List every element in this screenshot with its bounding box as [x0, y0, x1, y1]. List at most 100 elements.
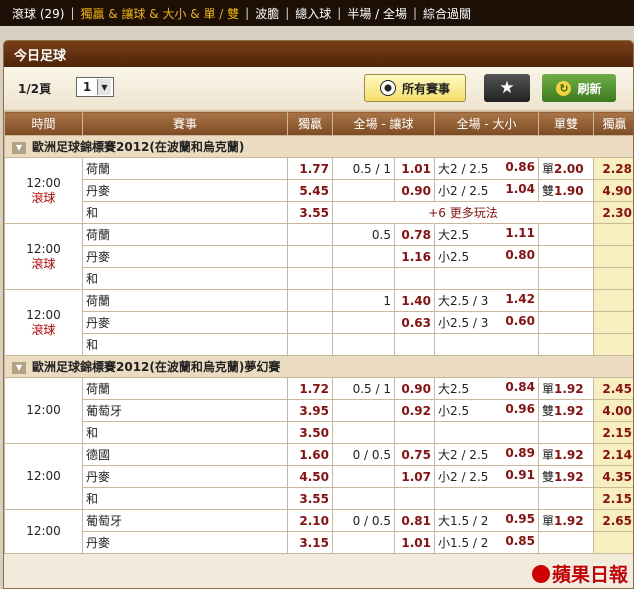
over-under-cell[interactable]: 1.04 小2 / 2.5 [434, 179, 539, 202]
league-row[interactable]: ▼ 歐洲足球錦標賽2012(在波蘭和烏克蘭)夢幻賽 [4, 355, 633, 378]
odd-even-cell[interactable]: 雙1.92 [538, 399, 594, 422]
over-under-odds[interactable]: 0.80 [505, 248, 535, 262]
handicap-odds[interactable]: 0.92 [394, 399, 435, 422]
nav-item[interactable]: 總入球 [289, 5, 337, 22]
collapse-icon[interactable]: ▼ [12, 361, 26, 374]
league-header[interactable]: ▼ 歐洲足球錦標賽2012(在波蘭和烏克蘭)夢幻賽 [4, 355, 633, 378]
over-under-cell[interactable]: 1.11 大2.5 [434, 223, 539, 246]
soccer-ball-icon [379, 80, 396, 96]
over-under-odds[interactable]: 1.42 [505, 292, 535, 306]
league-row[interactable]: ▼ 歐洲足球錦標賽2012(在波蘭和烏克蘭) [4, 135, 633, 158]
favorites-button[interactable]: ★ [484, 74, 530, 102]
handicap-odds[interactable]: 0.90 [394, 377, 435, 400]
over-under-cell[interactable]: 0.85 小1.5 / 2 [434, 531, 539, 554]
nav-item[interactable]: 波膽 [249, 5, 285, 22]
moneyline-odds[interactable]: 3.55 [287, 487, 333, 510]
odd-even-cell[interactable]: 單1.92 [538, 377, 594, 400]
half-moneyline-odds[interactable]: 2.45 [593, 377, 633, 400]
over-under-odds[interactable]: 0.91 [505, 468, 535, 482]
page-select[interactable]: 1 ▼ [76, 77, 114, 97]
over-under-cell[interactable]: 0.60 小2.5 / 3 [434, 311, 539, 334]
half-moneyline-odds[interactable]: 4.90 [593, 179, 633, 202]
handicap-odds[interactable]: 0.75 [394, 443, 435, 466]
column-header: 賽事 [82, 111, 288, 136]
watermark: 蘋果日報 [531, 560, 628, 587]
live-badge[interactable]: 滾球 [8, 191, 79, 206]
over-under-odds[interactable]: 0.95 [505, 512, 535, 526]
odd-even-odds[interactable]: 1.92 [554, 470, 584, 484]
half-moneyline-odds[interactable]: 2.28 [593, 157, 633, 180]
table-row: 丹麥 5.45 0.90 1.04 小2 / 2.5 雙1.90 4.90 [5, 179, 633, 202]
half-moneyline-odds[interactable]: 2.65 [593, 509, 633, 532]
nav-item[interactable]: 半場 / 全場 [341, 5, 413, 22]
over-under-cell[interactable]: 0.91 小2 / 2.5 [434, 465, 539, 488]
moneyline-odds[interactable]: 3.50 [287, 421, 333, 444]
over-under-odds[interactable]: 0.84 [505, 380, 535, 394]
all-events-button[interactable]: 所有賽事 [364, 74, 466, 102]
odd-even-odds[interactable]: 1.90 [554, 184, 584, 198]
moneyline-odds[interactable]: 3.15 [287, 531, 333, 554]
odd-even-odds[interactable]: 1.92 [554, 404, 584, 418]
moneyline-odds[interactable]: 2.10 [287, 509, 333, 532]
half-moneyline-odds[interactable]: 4.35 [593, 465, 633, 488]
league-header[interactable]: ▼ 歐洲足球錦標賽2012(在波蘭和烏克蘭) [4, 135, 633, 158]
odd-even-cell[interactable]: 單2.00 [538, 157, 594, 180]
over-under-cell[interactable]: 0.84 大2.5 [434, 377, 539, 400]
match-time-cell: 12:00 [4, 443, 83, 510]
moneyline-odds[interactable]: 1.60 [287, 443, 333, 466]
handicap-odds[interactable]: 1.01 [394, 531, 435, 554]
live-badge[interactable]: 滾球 [8, 257, 79, 272]
handicap-odds[interactable]: 1.16 [394, 245, 435, 268]
half-moneyline-odds[interactable]: 4.00 [593, 399, 633, 422]
handicap-odds[interactable]: 0.63 [394, 311, 435, 334]
moneyline-odds[interactable]: 5.45 [287, 179, 333, 202]
over-under-cell[interactable]: 0.89 大2 / 2.5 [434, 443, 539, 466]
nav-item[interactable]: 獨贏 & 讓球 & 大小 & 單 / 雙 [75, 5, 246, 22]
more-bets-link[interactable]: +6 更多玩法 [332, 201, 594, 224]
nav-item[interactable]: 綜合過關 [417, 5, 477, 22]
moneyline-odds[interactable]: 1.72 [287, 377, 333, 400]
over-under-odds[interactable]: 0.60 [505, 314, 535, 328]
over-under-line: 小2.5 [438, 250, 470, 264]
odd-even-odds[interactable]: 2.00 [554, 162, 584, 176]
over-under-cell[interactable]: 0.80 小2.5 [434, 245, 539, 268]
over-under-odds[interactable]: 0.96 [505, 402, 535, 416]
handicap-odds[interactable]: 1.40 [394, 289, 435, 312]
handicap-odds[interactable]: 0.78 [394, 223, 435, 246]
odd-even-cell[interactable]: 單1.92 [538, 509, 594, 532]
over-under-cell[interactable]: 0.86 大2 / 2.5 [434, 157, 539, 180]
handicap-odds[interactable]: 1.07 [394, 465, 435, 488]
handicap-odds[interactable]: 0.90 [394, 179, 435, 202]
chevron-down-icon[interactable]: ▼ [97, 79, 111, 95]
over-under-cell[interactable]: 0.95 大1.5 / 2 [434, 509, 539, 532]
odd-even-odds[interactable]: 1.92 [554, 382, 584, 396]
odd-even-cell [538, 487, 594, 510]
over-under-cell[interactable]: 1.42 大2.5 / 3 [434, 289, 539, 312]
half-moneyline-odds[interactable]: 2.30 [593, 201, 633, 224]
handicap-odds[interactable]: 1.01 [394, 157, 435, 180]
odd-even-odds[interactable]: 1.92 [554, 514, 584, 528]
odd-even-cell[interactable]: 單1.92 [538, 443, 594, 466]
over-under-odds[interactable]: 0.89 [505, 446, 535, 460]
moneyline-odds[interactable]: 4.50 [287, 465, 333, 488]
over-under-odds[interactable]: 0.85 [505, 534, 535, 548]
live-badge[interactable]: 滾球 [8, 323, 79, 338]
half-moneyline-odds[interactable]: 2.14 [593, 443, 633, 466]
odd-even-cell[interactable]: 雙1.90 [538, 179, 594, 202]
moneyline-odds[interactable]: 3.95 [287, 399, 333, 422]
match-time: 12:00 [26, 175, 61, 190]
over-under-odds[interactable]: 0.86 [505, 160, 535, 174]
collapse-icon[interactable]: ▼ [12, 141, 26, 154]
moneyline-odds[interactable]: 1.77 [287, 157, 333, 180]
moneyline-odds[interactable]: 3.55 [287, 201, 333, 224]
refresh-button[interactable]: ↻ 刷新 [542, 74, 616, 102]
half-moneyline-odds[interactable]: 2.15 [593, 421, 633, 444]
half-moneyline-odds[interactable]: 2.15 [593, 487, 633, 510]
odd-even-cell[interactable]: 雙1.92 [538, 465, 594, 488]
handicap-odds[interactable]: 0.81 [394, 509, 435, 532]
over-under-odds[interactable]: 1.11 [505, 226, 535, 240]
nav-item[interactable]: 滾球 (29) [6, 5, 70, 22]
over-under-cell[interactable]: 0.96 小2.5 [434, 399, 539, 422]
over-under-odds[interactable]: 1.04 [505, 182, 535, 196]
odd-even-odds[interactable]: 1.92 [554, 448, 584, 462]
